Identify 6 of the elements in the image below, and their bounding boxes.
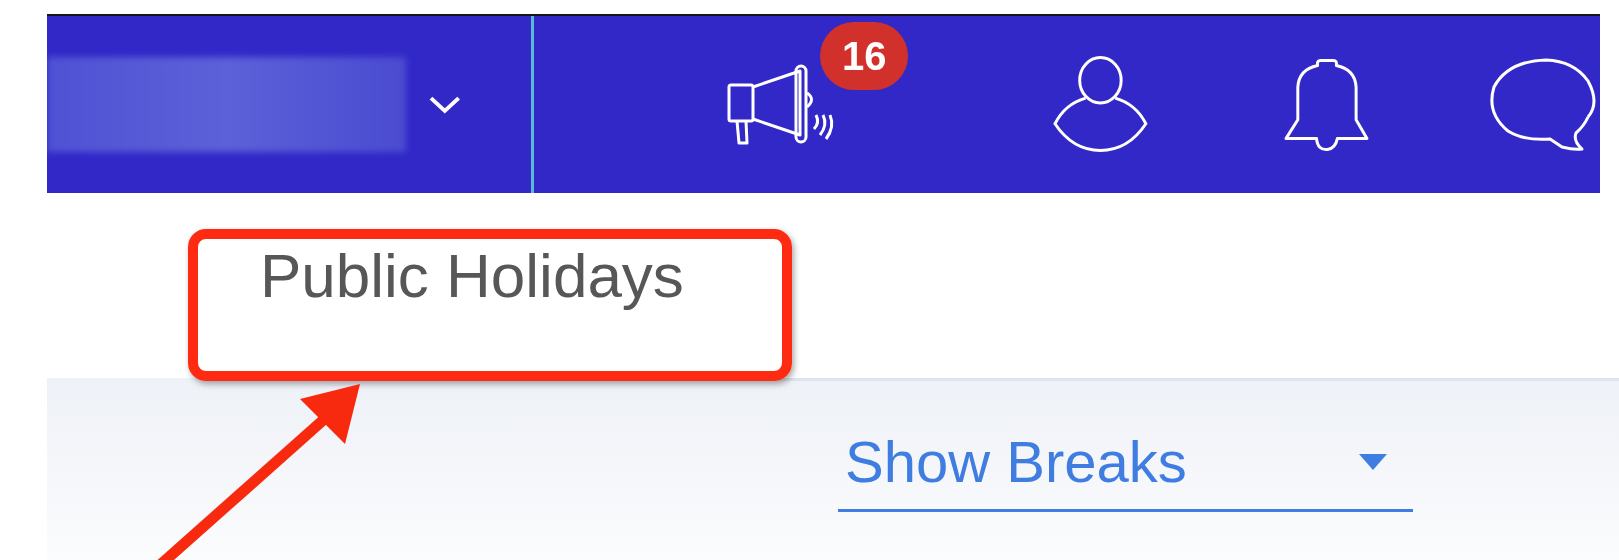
show-breaks-dropdown[interactable]: Show Breaks xyxy=(838,427,1413,512)
user-icon[interactable] xyxy=(1053,55,1149,154)
notification-count-badge: 16 xyxy=(820,21,909,90)
chevron-down-icon[interactable] xyxy=(427,94,462,115)
caret-down-icon xyxy=(1359,453,1387,470)
bell-icon[interactable] xyxy=(1283,56,1370,153)
